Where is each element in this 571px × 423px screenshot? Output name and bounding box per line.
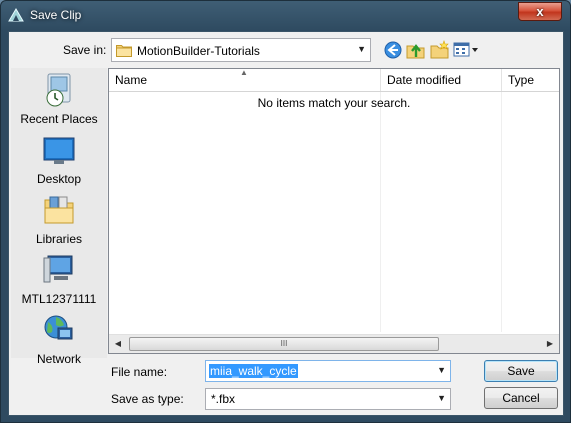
scroll-right-arrow-icon[interactable]: ▶ [543,337,557,351]
chevron-down-icon: ▼ [357,44,366,54]
libraries-icon [44,196,74,224]
chevron-down-icon: ▼ [437,393,446,403]
close-button[interactable]: x [518,2,562,21]
scroll-left-arrow-icon[interactable]: ◀ [111,337,125,351]
scrollbar-thumb[interactable]: III [129,337,439,351]
dialog-body: Save in: MotionBuilder-Tutorials ▼ Recen… [8,31,564,416]
place-libraries[interactable]: Libraries [11,192,107,252]
file-list-header: Name ▲ Date modified Type [109,68,559,92]
window-title: Save Clip [30,8,82,22]
horizontal-scrollbar[interactable]: ◀ III ▶ [109,334,559,353]
up-folder-icon[interactable] [406,40,426,60]
save-clip-dialog: Save Clip x Save in: MotionBuilder-Tutor… [0,0,571,423]
back-icon[interactable] [383,40,403,60]
save-as-type-label: Save as type: [111,392,184,406]
sort-ascending-icon: ▲ [240,68,248,77]
new-folder-icon[interactable] [430,40,450,60]
column-header-type[interactable]: Type [502,69,559,91]
column-divider [501,92,502,332]
place-label: Network [36,352,81,366]
empty-message: No items match your search. [257,96,411,110]
places-bar: Recent Places Desktop Libraries MTL12371… [11,68,107,366]
computer-icon [43,255,73,283]
place-label: MTL12371111 [21,292,97,306]
cancel-button[interactable]: Cancel [484,387,558,409]
column-name-label: Name [115,73,148,87]
file-name-input[interactable]: miia_walk_cycle ▼ [205,360,451,382]
folder-icon [116,45,132,57]
column-divider [380,92,381,332]
view-menu-icon[interactable] [453,40,479,60]
place-label: Recent Places [20,112,98,126]
motionbuilder-app-icon [8,8,24,22]
save-in-folder-name: MotionBuilder-Tutorials [137,44,260,58]
network-icon [44,315,73,340]
chevron-down-icon[interactable]: ▼ [437,365,446,375]
desktop-icon [43,137,75,164]
place-computer[interactable]: MTL12371111 [11,252,107,312]
save-button[interactable]: Save [484,360,558,382]
column-header-date-modified[interactable]: Date modified [381,69,502,91]
title-bar[interactable]: Save Clip x [1,1,570,31]
recent-places-icon [46,73,71,107]
file-list[interactable]: Name ▲ Date modified Type No items match… [108,68,560,354]
save-in-dropdown[interactable]: MotionBuilder-Tutorials ▼ [111,38,371,62]
place-label: Desktop [36,172,82,186]
column-type-label: Type [508,73,535,87]
file-name-value: miia_walk_cycle [209,364,298,378]
column-header-name[interactable]: Name ▲ [109,68,381,91]
save-in-label: Save in: [63,43,107,57]
save-as-type-value: *.fbx [211,392,236,406]
file-name-label: File name: [111,365,168,379]
column-date-label: Date modified [387,73,462,87]
place-desktop[interactable]: Desktop [11,132,107,192]
place-label: Libraries [35,232,83,246]
place-recent-places[interactable]: Recent Places [11,72,107,132]
save-as-type-dropdown[interactable]: *.fbx ▼ [205,388,451,410]
place-network[interactable]: Network [11,312,107,372]
